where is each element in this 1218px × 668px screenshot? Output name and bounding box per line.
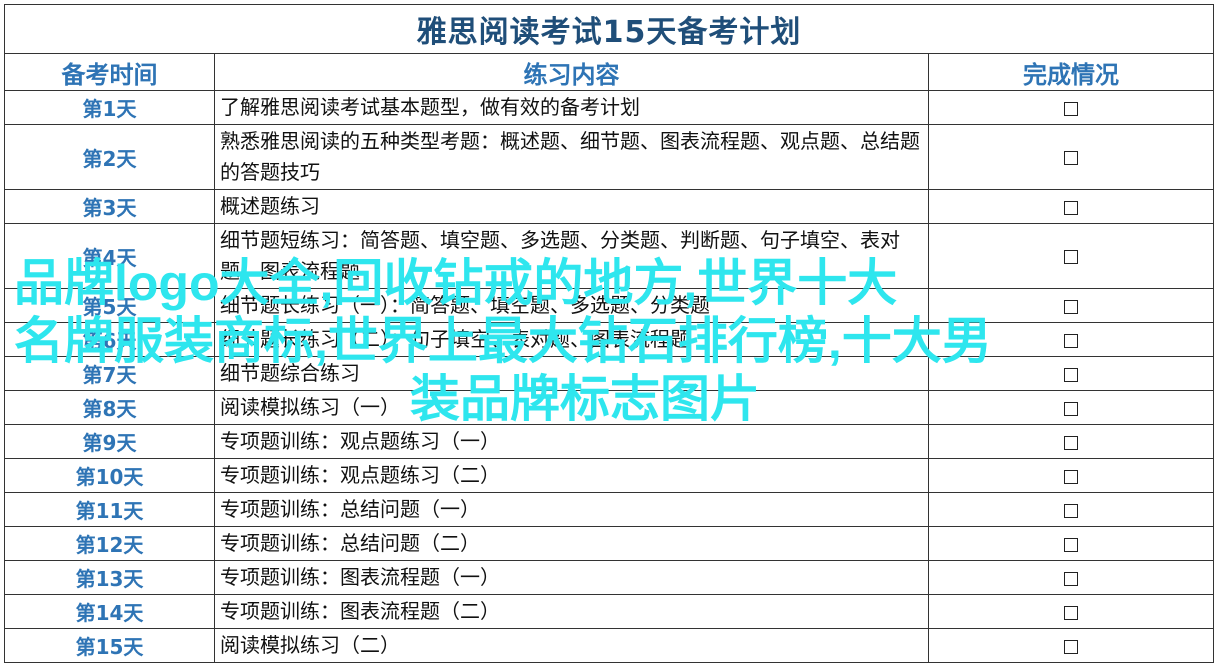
status-cell	[927, 628, 1215, 663]
content-cell: 熟悉雅思阅读的五种类型考题：概述题、细节题、图表流程题、观点题、总结题的答题技巧	[214, 124, 929, 190]
day-cell: 第9天	[4, 424, 215, 459]
table-row: 第5天 细节题长练习（一）：简答题、填空题、多选题、分类题	[4, 288, 1215, 323]
completion-checkbox[interactable]	[1064, 333, 1078, 348]
day-cell: 第3天	[4, 189, 215, 224]
table-row: 第2天 熟悉雅思阅读的五种类型考题：概述题、细节题、图表流程题、观点题、总结题的答…	[4, 124, 1215, 190]
status-cell	[927, 492, 1215, 527]
day-cell: 第7天	[4, 356, 215, 391]
day-cell: 第14天	[4, 594, 215, 629]
completion-checkbox[interactable]	[1064, 537, 1078, 552]
status-cell	[927, 189, 1215, 224]
completion-checkbox[interactable]	[1064, 639, 1078, 654]
content-cell: 阅读模拟练习（一）	[214, 390, 929, 425]
completion-checkbox[interactable]	[1064, 503, 1078, 518]
completion-checkbox[interactable]	[1064, 605, 1078, 620]
table-body: 第1天 了解雅思阅读考试基本题型，做有效的备考计划 第2天 熟悉雅思阅读的五种类型考题…	[4, 90, 1215, 663]
day-cell: 第10天	[4, 458, 215, 493]
content-cell: 细节题综合练习	[214, 356, 929, 391]
content-cell: 专项题训练：观点题练习（一）	[214, 424, 929, 459]
study-plan-table: 雅思阅读考试15天备考计划 备考时间 练习内容 完成情况 第1天 了解雅思阅读考试…	[3, 4, 1215, 663]
table-row: 第12天 专项题训练：总结问题（二）	[4, 526, 1215, 561]
day-cell: 第11天	[4, 492, 215, 527]
status-cell	[927, 594, 1215, 629]
day-cell: 第4天	[4, 223, 215, 289]
completion-checkbox[interactable]	[1064, 401, 1078, 416]
status-cell	[927, 322, 1215, 357]
completion-checkbox[interactable]	[1064, 435, 1078, 450]
completion-checkbox[interactable]	[1064, 151, 1078, 165]
status-cell	[927, 424, 1215, 459]
status-cell	[927, 390, 1215, 425]
status-cell	[927, 223, 1215, 289]
content-cell: 阅读模拟练习（二）	[214, 628, 929, 663]
table-row: 第8天 阅读模拟练习（一）	[4, 390, 1215, 425]
content-cell: 细节题长练习（一）：简答题、填空题、多选题、分类题	[214, 288, 929, 323]
content-cell: 专项题训练：观点题练习（二）	[214, 458, 929, 493]
completion-checkbox[interactable]	[1064, 101, 1078, 116]
table-row: 第4天 细节题短练习：简答题、填空题、多选题、分类题、判断题、句子填空、表对题、图…	[4, 223, 1215, 289]
table-title: 雅思阅读考试15天备考计划	[3, 4, 1215, 54]
status-cell	[927, 526, 1215, 561]
content-cell: 了解雅思阅读考试基本题型，做有效的备考计划	[214, 90, 929, 125]
day-cell: 第8天	[4, 390, 215, 425]
status-cell	[927, 458, 1215, 493]
table-row: 第14天 专项题训练：图表流程题（二）	[4, 594, 1215, 629]
day-cell: 第15天	[4, 628, 215, 663]
content-cell: 专项题训练：总结问题（一）	[214, 492, 929, 527]
header-status: 完成情况	[927, 53, 1215, 91]
day-cell: 第5天	[4, 288, 215, 323]
completion-checkbox[interactable]	[1064, 469, 1078, 484]
content-cell: 细节题长练习（二）：句子填空、表对题、图表流程题	[214, 322, 929, 357]
table-row: 第3天 概述题练习	[4, 189, 1215, 224]
day-cell: 第6天	[4, 322, 215, 357]
completion-checkbox[interactable]	[1064, 367, 1078, 382]
plan-page: 雅思阅读考试15天备考计划 备考时间 练习内容 完成情况 第1天 了解雅思阅读考试…	[3, 4, 1215, 663]
status-cell	[927, 560, 1215, 595]
header-content: 练习内容	[214, 53, 929, 91]
header-time: 备考时间	[4, 53, 215, 91]
content-cell: 专项题训练：总结问题（二）	[214, 526, 929, 561]
table-row: 第11天 专项题训练：总结问题（一）	[4, 492, 1215, 527]
status-cell	[927, 356, 1215, 391]
status-cell	[927, 90, 1215, 125]
table-row: 第7天 细节题综合练习	[4, 356, 1215, 391]
status-cell	[927, 288, 1215, 323]
content-cell: 细节题短练习：简答题、填空题、多选题、分类题、判断题、句子填空、表对题、图表流程…	[214, 223, 929, 289]
completion-checkbox[interactable]	[1064, 250, 1078, 264]
day-cell: 第12天	[4, 526, 215, 561]
table-row: 第6天 细节题长练习（二）：句子填空、表对题、图表流程题	[4, 322, 1215, 357]
content-cell: 专项题训练：图表流程题（一）	[214, 560, 929, 595]
status-cell	[927, 124, 1215, 190]
completion-checkbox[interactable]	[1064, 200, 1078, 215]
day-cell: 第2天	[4, 124, 215, 190]
table-row: 第15天 阅读模拟练习（二）	[4, 628, 1215, 663]
day-cell: 第1天	[4, 90, 215, 125]
day-cell: 第13天	[4, 560, 215, 595]
completion-checkbox[interactable]	[1064, 571, 1078, 586]
table-row: 第10天 专项题训练：观点题练习（二）	[4, 458, 1215, 493]
table-row: 第13天 专项题训练：图表流程题（一）	[4, 560, 1215, 595]
content-cell: 概述题练习	[214, 189, 929, 224]
content-cell: 专项题训练：图表流程题（二）	[214, 594, 929, 629]
table-row: 第9天 专项题训练：观点题练习（一）	[4, 424, 1215, 459]
table-row: 第1天 了解雅思阅读考试基本题型，做有效的备考计划	[4, 90, 1215, 125]
completion-checkbox[interactable]	[1064, 299, 1078, 314]
